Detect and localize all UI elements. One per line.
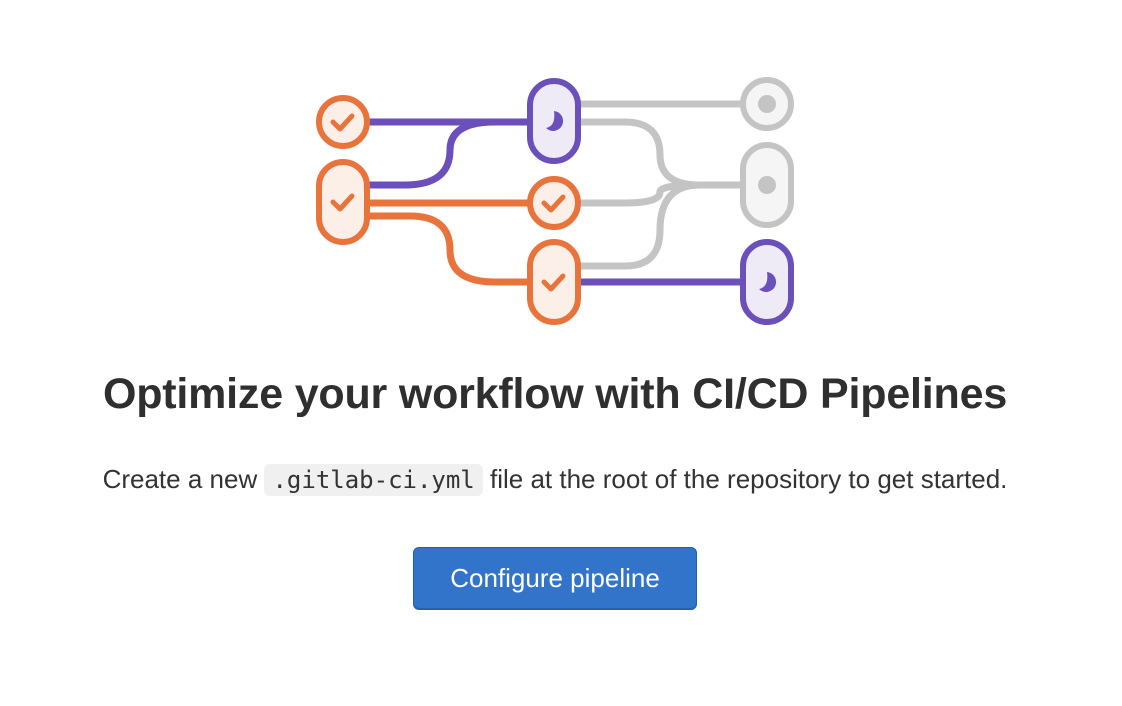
description-text: file at the root of the repository to ge… [490, 464, 1008, 494]
job-node-success [316, 95, 370, 149]
connector-line [366, 118, 534, 189]
pipeline-illustration [316, 77, 794, 325]
empty-state-description: Create a new .gitlab-ci.yml file at the … [0, 460, 1110, 499]
connector-line [576, 181, 704, 270]
job-node-running [740, 239, 794, 325]
pending-icon [758, 95, 776, 113]
connector-line [576, 118, 744, 189]
job-node-pending [740, 142, 794, 228]
pending-icon [758, 176, 776, 194]
job-node-pending [740, 77, 794, 131]
description-text: Create a new [102, 464, 258, 494]
empty-state-title: Optimize your workflow with CI/CD Pipeli… [102, 370, 1008, 418]
job-node-success [527, 176, 581, 230]
job-node-running [527, 78, 581, 164]
connector-line [366, 212, 534, 286]
configure-pipeline-button[interactable]: Configure pipeline [413, 547, 697, 610]
job-node-success [527, 239, 581, 325]
gitlab-ci-filename: .gitlab-ci.yml [264, 464, 483, 496]
job-node-success [316, 159, 370, 245]
